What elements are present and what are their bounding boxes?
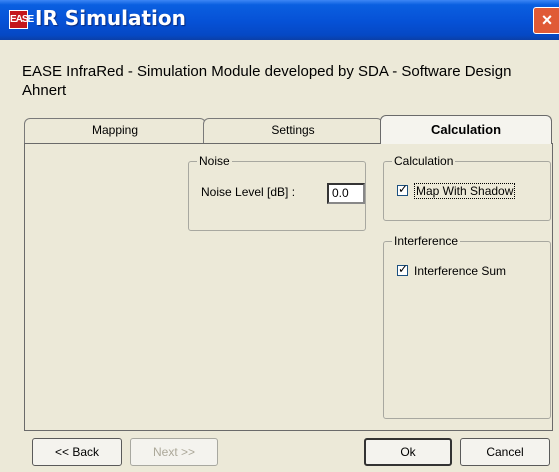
close-button[interactable]: ×: [533, 7, 559, 34]
noise-legend: Noise: [197, 154, 232, 168]
title-bar[interactable]: EASE IR Simulation ×: [0, 0, 559, 40]
map-with-shadow-row[interactable]: ✓ Map With Shadow: [397, 182, 516, 199]
ir-simulation-dialog: EASE IR Simulation × EASE InfraRed - Sim…: [0, 0, 559, 472]
map-with-shadow-label[interactable]: Map With Shadow: [414, 183, 516, 199]
interference-sum-checkbox[interactable]: ✓: [397, 262, 409, 276]
back-button[interactable]: << Back: [32, 438, 122, 466]
next-button[interactable]: Next >>: [130, 438, 218, 466]
map-with-shadow-checkbox[interactable]: ✓: [397, 182, 409, 196]
interference-legend: Interference: [392, 234, 461, 248]
ok-button[interactable]: Ok: [364, 438, 452, 466]
calculation-groupbox: Calculation ✓ Map With Shadow: [383, 154, 551, 221]
interference-sum-label[interactable]: Interference Sum: [414, 264, 506, 278]
app-logo-icon: EASE: [9, 10, 34, 29]
noise-groupbox: Noise Noise Level [dB] : 0.0: [188, 154, 366, 231]
module-description: EASE InfraRed - Simulation Module develo…: [22, 63, 512, 99]
window-title: IR Simulation: [35, 6, 186, 30]
calculation-tab-panel: Noise Noise Level [dB] : 0.0 Calculation…: [24, 143, 553, 431]
interference-sum-row[interactable]: ✓ Interference Sum: [397, 262, 506, 278]
tab-calculation[interactable]: Calculation: [380, 115, 552, 144]
checkmark-icon: ✓: [398, 262, 409, 276]
calculation-legend: Calculation: [392, 154, 456, 168]
tab-settings[interactable]: Settings: [203, 118, 383, 143]
checkmark-icon: ✓: [398, 182, 409, 196]
interference-groupbox: Interference ✓ Interference Sum: [383, 234, 551, 419]
tab-mapping[interactable]: Mapping: [24, 118, 206, 143]
noise-level-input[interactable]: 0.0: [327, 183, 365, 204]
noise-level-label: Noise Level [dB] :: [201, 185, 296, 199]
cancel-button[interactable]: Cancel: [460, 438, 550, 466]
